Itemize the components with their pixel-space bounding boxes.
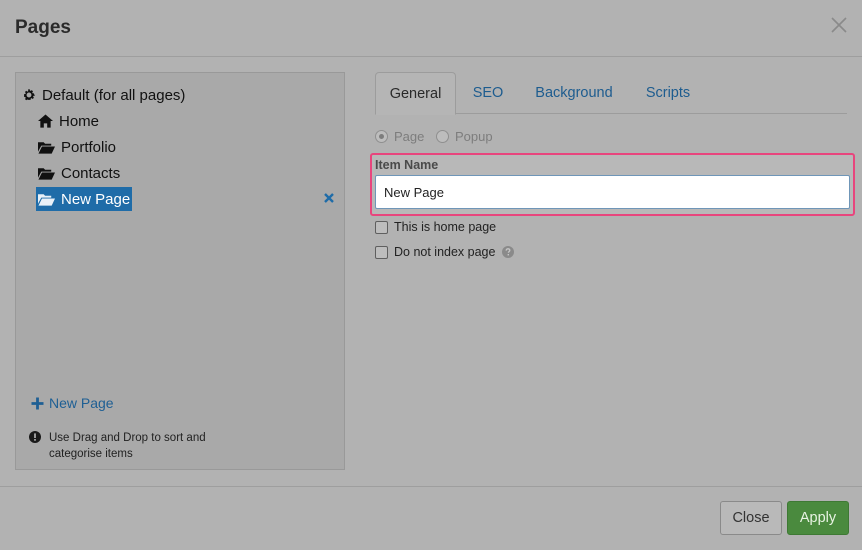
home-page-label: This is home page: [394, 220, 497, 234]
tree-item-label: Contacts: [61, 164, 121, 182]
gear-icon: [24, 89, 35, 101]
add-new-page-link[interactable]: New Page: [31, 395, 114, 411]
settings-tabs: General SEO Background Scripts: [375, 72, 847, 115]
radio-popup-option[interactable]: Popup: [436, 129, 493, 144]
folder-open-icon: [38, 141, 55, 154]
radio-popup[interactable]: [436, 130, 449, 143]
exclamation-circle-icon: [29, 431, 41, 443]
drag-drop-hint: Use Drag and Drop to sort and categorise…: [29, 430, 229, 462]
tree-item-contacts[interactable]: Contacts: [38, 162, 120, 184]
radio-page-label: Page: [394, 129, 425, 144]
home-page-checkbox[interactable]: [375, 220, 388, 234]
tree-item-portfolio[interactable]: Portfolio: [38, 136, 116, 158]
tree-root-default[interactable]: Default (for all pages): [22, 84, 185, 106]
tab-seo[interactable]: SEO: [463, 72, 513, 114]
tree-root-label: Default (for all pages): [42, 86, 186, 104]
close-button[interactable]: Close: [720, 501, 782, 535]
plus-icon: [31, 397, 44, 409]
close-icon[interactable]: [830, 16, 848, 34]
remove-page-icon[interactable]: [323, 191, 335, 203]
tab-background[interactable]: Background: [527, 72, 621, 114]
hint-text: Use Drag and Drop to sort and categorise…: [49, 432, 206, 460]
item-name-label: Item Name: [375, 158, 439, 172]
pages-tree-panel: Default (for all pages) Home Portfolio C…: [15, 72, 345, 470]
question-circle-icon[interactable]: [502, 246, 515, 258]
item-name-input[interactable]: [375, 175, 850, 209]
no-index-checkbox[interactable]: [375, 245, 388, 259]
no-index-label: Do not index page: [394, 245, 496, 259]
dialog-header: Pages: [0, 0, 862, 57]
no-index-option[interactable]: Do not index page: [375, 245, 515, 259]
home-icon: [38, 114, 53, 128]
tree-item-label: Portfolio: [61, 138, 117, 156]
folder-open-icon: [38, 167, 55, 180]
tree-item-label: New Page: [61, 190, 131, 208]
apply-button[interactable]: Apply: [787, 501, 849, 535]
radio-page-option[interactable]: Page: [375, 129, 424, 144]
folder-open-icon: [38, 193, 55, 206]
add-new-page-label: New Page: [49, 395, 114, 411]
radio-page[interactable]: [375, 130, 388, 143]
dialog-title: Pages: [15, 17, 71, 38]
tab-scripts[interactable]: Scripts: [637, 72, 699, 114]
tree-item-new-page[interactable]: New Page: [36, 187, 133, 211]
tree-item-home[interactable]: Home: [38, 110, 99, 132]
radio-popup-label: Popup: [455, 129, 493, 144]
footer-divider: [0, 486, 862, 487]
home-page-option[interactable]: This is home page: [375, 220, 496, 234]
tree-item-label: Home: [59, 112, 100, 130]
tab-general[interactable]: General: [375, 72, 456, 115]
